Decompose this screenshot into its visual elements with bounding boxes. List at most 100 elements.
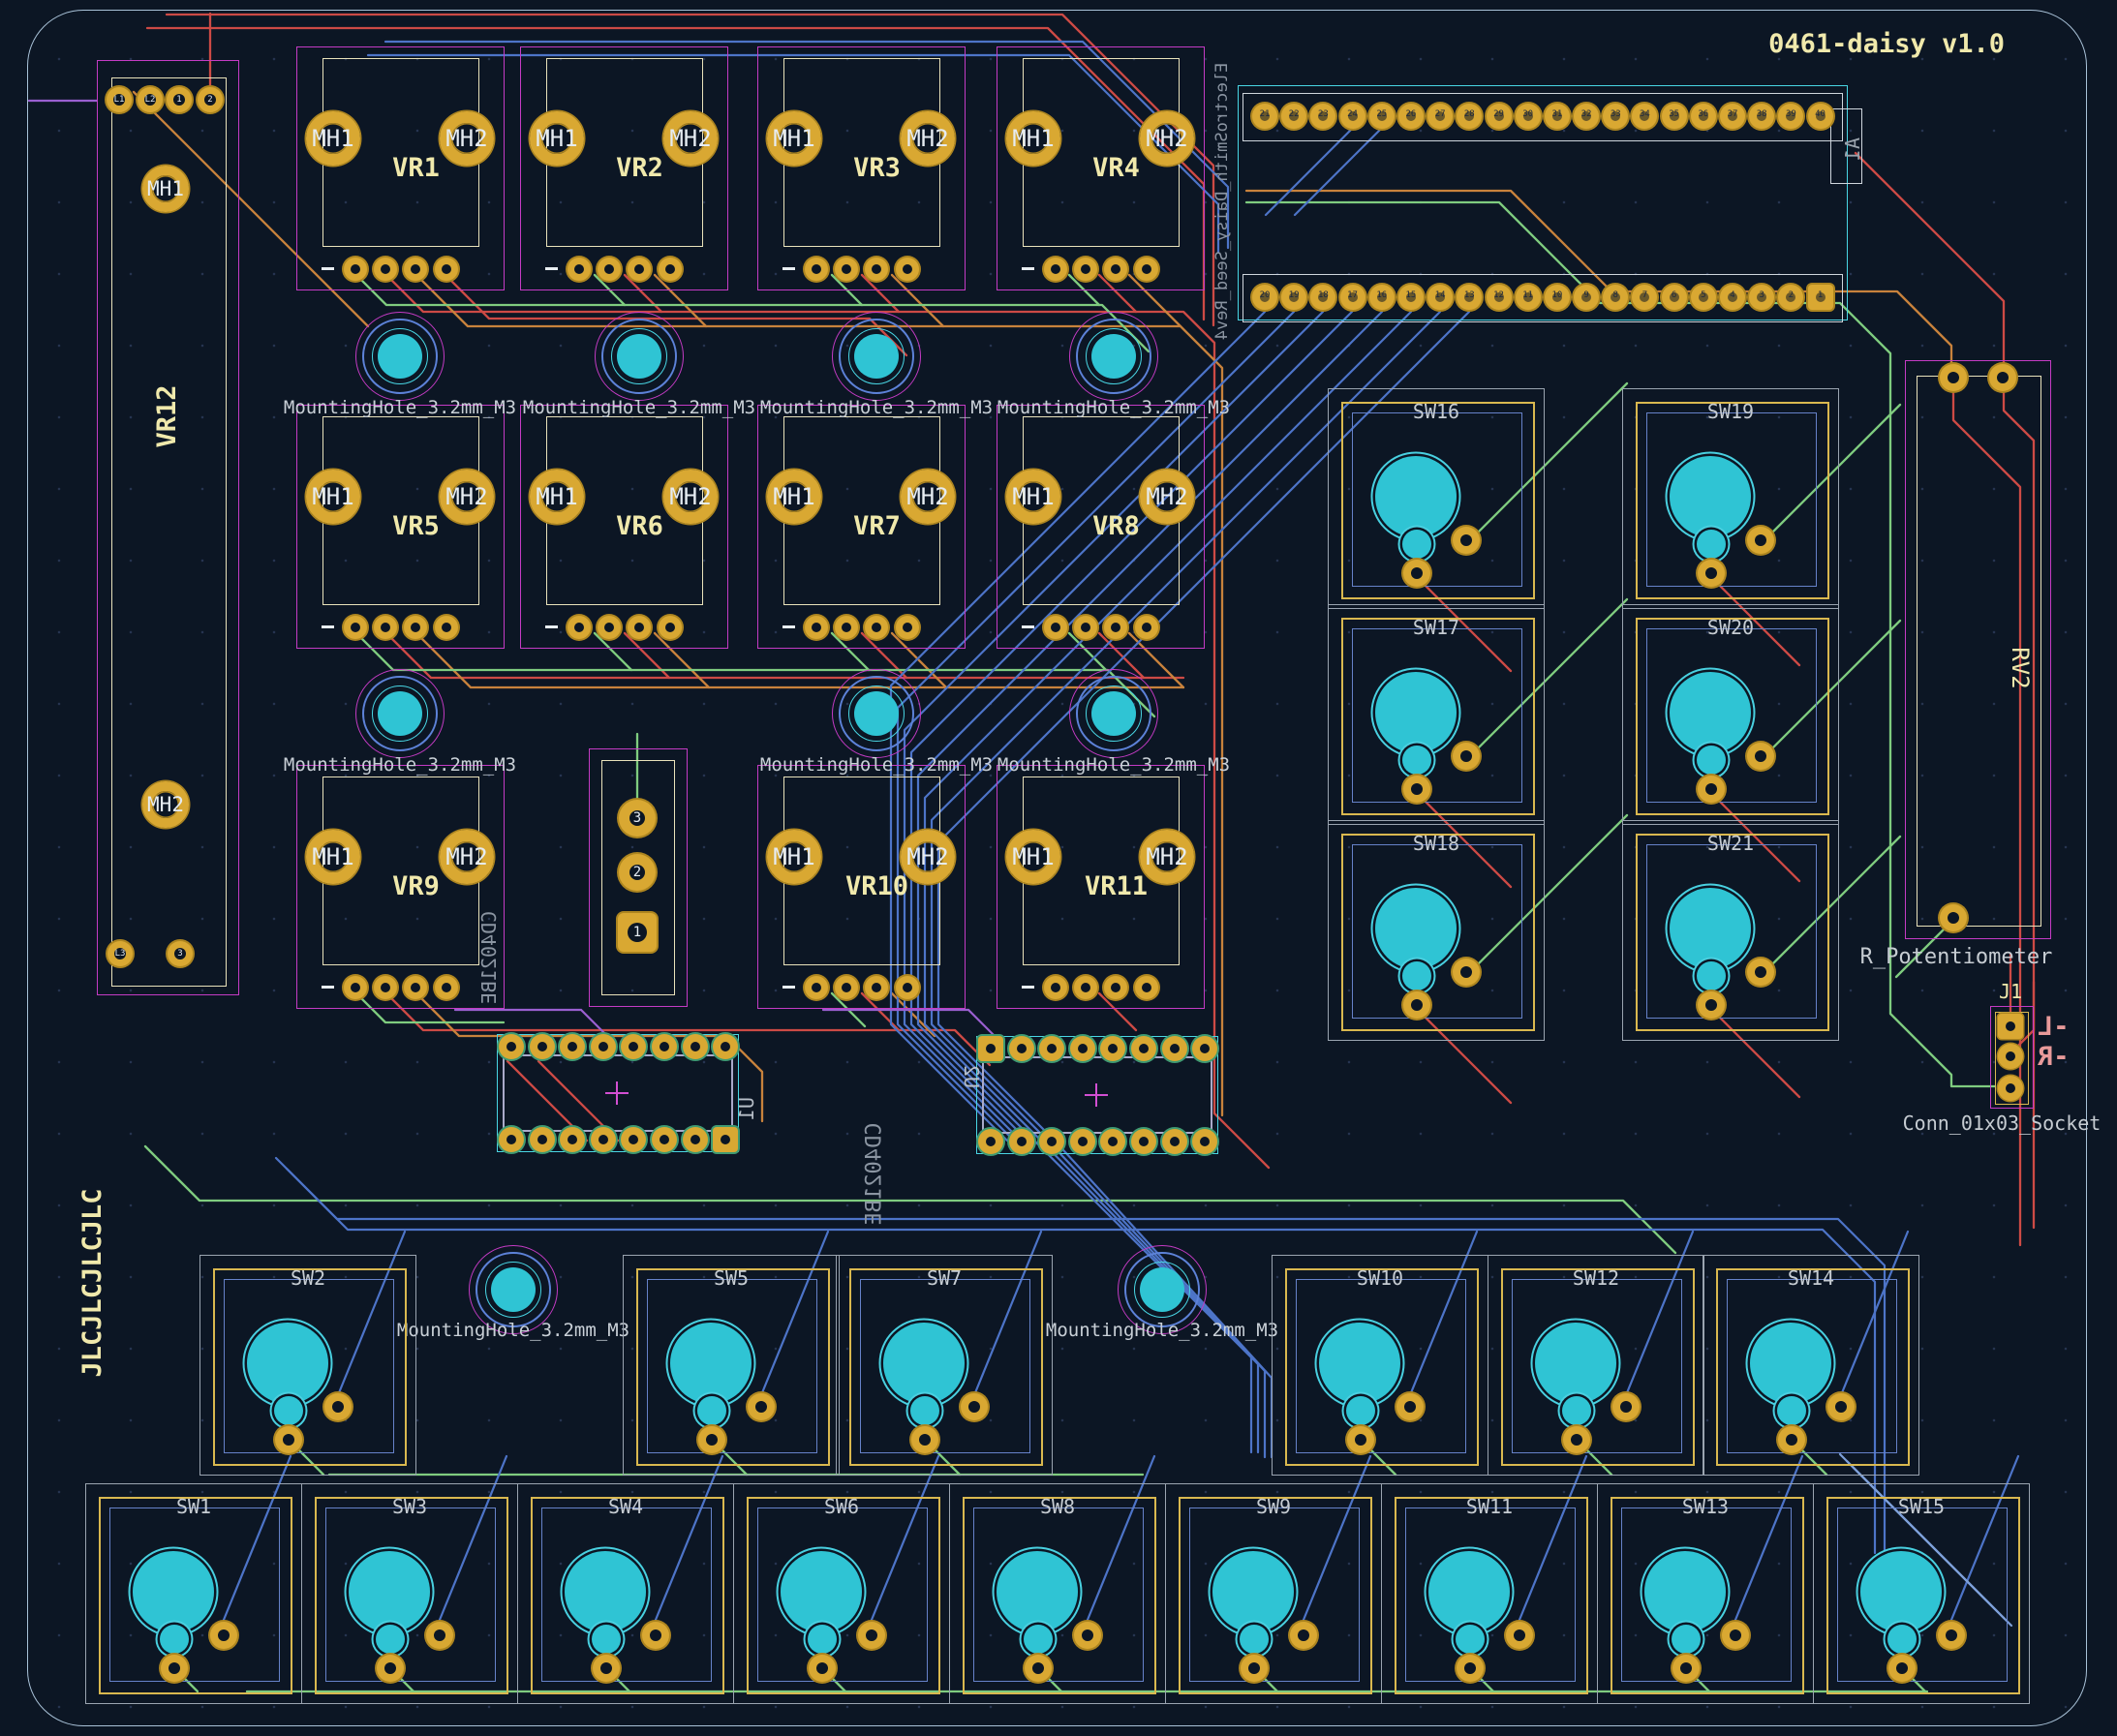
switch-sw2[interactable]: SW2 [199, 1255, 416, 1476]
switch-pad-1[interactable] [1698, 560, 1725, 587]
switch-pad-1[interactable] [1778, 1426, 1805, 1453]
switch-sw7[interactable]: SW7 [836, 1255, 1053, 1476]
switch-sw12[interactable]: SW12 [1488, 1255, 1704, 1476]
a1-pin-pad[interactable]: 20 [1252, 285, 1277, 310]
vr-pad[interactable] [344, 258, 367, 281]
switch-pad-2[interactable] [1453, 959, 1480, 986]
switch-pad-2[interactable] [1453, 743, 1480, 770]
jack-pad-1[interactable]: 1 [618, 913, 657, 952]
vr-pad[interactable] [628, 616, 651, 639]
switch-sw3[interactable]: SW3 [301, 1483, 518, 1704]
a1-pin-pad[interactable]: 27 [1427, 104, 1453, 129]
vr-pad[interactable] [1135, 258, 1158, 281]
a1-pin-pad[interactable]: 26 [1398, 104, 1424, 129]
switch-sw19[interactable]: SW19 [1622, 388, 1839, 609]
a1-pin-pad[interactable]: 29 [1487, 104, 1512, 129]
a1-pin-pad[interactable]: 23 [1310, 104, 1335, 129]
vr-pad[interactable] [805, 976, 828, 999]
switch-ref[interactable]: SW4 [531, 1495, 721, 1518]
switch-pad-1[interactable] [1241, 1655, 1268, 1682]
switch-pad-2[interactable] [1290, 1622, 1317, 1649]
switch-ref[interactable]: SW3 [315, 1495, 505, 1518]
u1-ref-label[interactable]: U1 [735, 1089, 758, 1128]
switch-ref[interactable]: SW7 [849, 1266, 1039, 1290]
a1-pin-pad[interactable]: 25 [1369, 104, 1395, 129]
vr12-pad[interactable]: 1 [167, 87, 192, 112]
switch-sw16[interactable]: SW16 [1328, 388, 1545, 609]
switch-pad-1[interactable] [1888, 1655, 1916, 1682]
a1-pin-pad[interactable]: 6 [1662, 285, 1687, 310]
a1-pin-pad[interactable]: 13 [1457, 285, 1482, 310]
switch-pad-2[interactable] [1747, 743, 1774, 770]
switch-pad-1[interactable] [1403, 776, 1430, 803]
vr-pad[interactable] [435, 976, 458, 999]
switch-ref[interactable]: SW12 [1501, 1266, 1691, 1290]
switch-sw15[interactable]: SW15 [1813, 1483, 2030, 1704]
jack-pad-3[interactable]: 3 [619, 800, 656, 837]
switch-ref[interactable]: SW8 [963, 1495, 1152, 1518]
switch-pad-1[interactable] [1403, 991, 1430, 1019]
switch-pad-2[interactable] [1747, 959, 1774, 986]
pot-vr12[interactable]: L1 L2 1 2 MH1 MH2 L3 3 [97, 60, 239, 995]
a1-pin-pad[interactable]: 15 [1398, 285, 1424, 310]
u2-ref-label[interactable]: U2 [960, 1057, 983, 1096]
vr-ref[interactable]: VR11 [1012, 871, 1220, 901]
a1-pin-pad[interactable]: 3 [1749, 285, 1774, 310]
vr-ref[interactable]: VR2 [536, 153, 744, 183]
vr-ref[interactable]: VR1 [312, 153, 520, 183]
vr-ref[interactable]: VR6 [536, 511, 744, 541]
j1-left-channel-label[interactable]: -L [2038, 1012, 2070, 1042]
pot-vr7[interactable]: MH1 MH2 VR7 [757, 405, 966, 649]
j1-right-channel-label[interactable]: -R [2038, 1042, 2070, 1072]
vr-pad[interactable] [598, 616, 621, 639]
vr-pad[interactable] [659, 258, 682, 281]
rv2-pad-1[interactable] [1940, 364, 1967, 391]
switch-pad-1[interactable] [1403, 560, 1430, 587]
backsilk-chip-text[interactable]: CD4021BE [477, 909, 501, 1006]
a1-pin-pad[interactable]: 32 [1574, 104, 1599, 129]
vr12-pad[interactable]: 2 [198, 87, 223, 112]
vr12-pad[interactable]: 3 [168, 941, 193, 966]
switch-pad-2[interactable] [210, 1622, 237, 1649]
a1-pin-pad[interactable]: 39 [1778, 104, 1803, 129]
vr12-ref-label[interactable]: VR12 [152, 358, 179, 474]
switch-pad-2[interactable] [1827, 1393, 1855, 1420]
a1-pin-pad[interactable]: 19 [1281, 285, 1306, 310]
switch-pad-1[interactable] [1698, 991, 1725, 1019]
switch-pad-2[interactable] [858, 1622, 885, 1649]
rv2-ref-label[interactable]: RV2 [2010, 629, 2034, 707]
mounting-hole[interactable] [832, 312, 921, 401]
vr12-pad[interactable]: L3 [107, 941, 133, 966]
mounting-hole[interactable] [832, 669, 921, 758]
pot-vr10[interactable]: MH1 MH2 VR10 [757, 765, 966, 1009]
a1-pin-pad[interactable]: 31 [1545, 104, 1570, 129]
switch-ref[interactable]: SW18 [1341, 832, 1531, 855]
vr-pad[interactable] [835, 258, 858, 281]
vr-pad[interactable] [1104, 258, 1127, 281]
a1-pin-pad[interactable]: 18 [1310, 285, 1335, 310]
a1-pin-pad[interactable]: 30 [1516, 104, 1541, 129]
vr-pad[interactable] [568, 616, 591, 639]
jack-footprint[interactable]: 3 2 1 [589, 748, 688, 1007]
switch-ref[interactable]: SW20 [1636, 616, 1826, 639]
vr-pad[interactable] [1104, 976, 1127, 999]
vr-pad[interactable] [435, 616, 458, 639]
switch-sw10[interactable]: SW10 [1272, 1255, 1488, 1476]
a1-pin-pad[interactable]: 40 [1808, 104, 1833, 129]
switch-pad-2[interactable] [1612, 1393, 1640, 1420]
switch-pad-1[interactable] [275, 1426, 302, 1453]
vr-pad[interactable] [568, 258, 591, 281]
switch-ref[interactable]: SW1 [99, 1495, 289, 1518]
vr-ref[interactable]: VR7 [773, 511, 981, 541]
a1-pin-pad[interactable]: 35 [1662, 104, 1687, 129]
vr-ref[interactable]: VR8 [1012, 511, 1220, 541]
switch-pad-1[interactable] [377, 1655, 404, 1682]
pot-vr4[interactable]: MH1 MH2 VR4 [997, 46, 1205, 290]
mounting-hole[interactable] [1069, 312, 1158, 401]
vr-pad[interactable] [344, 616, 367, 639]
a1-pin-pad[interactable]: 17 [1340, 285, 1365, 310]
vr-pad[interactable] [404, 616, 427, 639]
j1-pad-3[interactable] [1998, 1076, 2023, 1101]
pot-vr9[interactable]: MH1 MH2 VR9 [296, 765, 505, 1009]
switch-ref[interactable]: SW15 [1826, 1495, 2016, 1518]
